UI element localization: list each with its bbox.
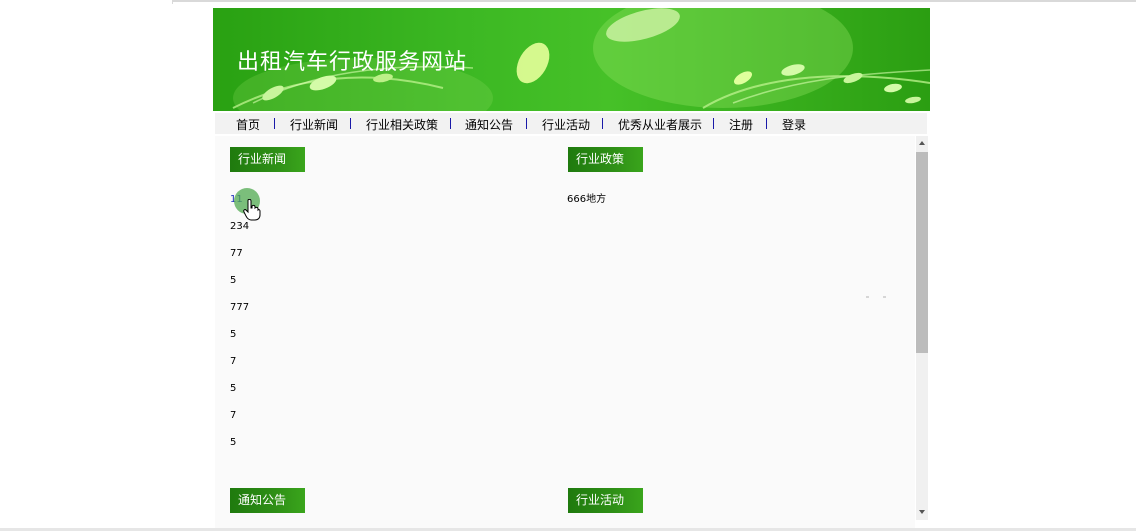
news-list: 11 234 77 5 777 5 7 5 7 5 (230, 193, 249, 463)
news-item[interactable]: 777 (230, 301, 249, 328)
decorative-dot (866, 296, 869, 298)
scrollbar-thumb[interactable] (916, 152, 928, 353)
news-item[interactable]: 5 (230, 436, 249, 463)
content-area: 行业新闻 11 234 77 5 777 5 7 5 7 5 行业政策 666地… (215, 136, 915, 528)
nav-separator (526, 118, 527, 129)
policy-item[interactable]: 666地方 (567, 193, 606, 220)
section-header-notice: 通知公告 (230, 488, 305, 513)
section-header-activity: 行业活动 (568, 488, 643, 513)
site-banner: 出租汽车行政服务网站 (213, 8, 930, 111)
nav-item-home[interactable]: 首页 (236, 116, 260, 133)
news-item[interactable]: 5 (230, 328, 249, 355)
section-header-policy: 行业政策 (568, 147, 643, 172)
section-header-news: 行业新闻 (230, 147, 305, 172)
nav-separator (450, 118, 451, 129)
news-item[interactable]: 77 (230, 247, 249, 274)
scroll-up-arrow-icon[interactable] (919, 141, 925, 145)
window-top-border-notch (172, 2, 173, 4)
vertical-scrollbar[interactable] (916, 136, 928, 520)
policy-list: 666地方 (567, 193, 606, 220)
nav-separator (766, 118, 767, 129)
nav-item-industry-news[interactable]: 行业新闻 (290, 116, 338, 133)
site-title: 出租汽车行政服务网站 (237, 50, 468, 75)
news-item[interactable]: 234 (230, 220, 249, 247)
nav-separator (274, 118, 275, 129)
nav-item-notices[interactable]: 通知公告 (465, 116, 513, 133)
nav-separator (602, 118, 603, 129)
scroll-down-arrow-icon[interactable] (919, 510, 925, 514)
nav-separator (713, 118, 714, 129)
news-item[interactable]: 5 (230, 274, 249, 301)
hand-pointer-icon (243, 199, 261, 221)
decorative-dot (883, 296, 886, 298)
news-item[interactable]: 5 (230, 382, 249, 409)
nav-separator (350, 118, 351, 129)
nav-item-login[interactable]: 登录 (782, 116, 806, 133)
main-nav: 首页 行业新闻 行业相关政策 通知公告 行业活动 优秀从业者展示 注册 登录 (215, 113, 927, 134)
nav-item-outstanding-practitioners[interactable]: 优秀从业者展示 (618, 116, 702, 133)
nav-item-activities[interactable]: 行业活动 (542, 116, 590, 133)
window-top-border (172, 0, 1136, 2)
nav-item-industry-policies[interactable]: 行业相关政策 (366, 116, 438, 133)
news-item[interactable]: 7 (230, 409, 249, 436)
news-item[interactable]: 7 (230, 355, 249, 382)
nav-item-register[interactable]: 注册 (729, 116, 753, 133)
